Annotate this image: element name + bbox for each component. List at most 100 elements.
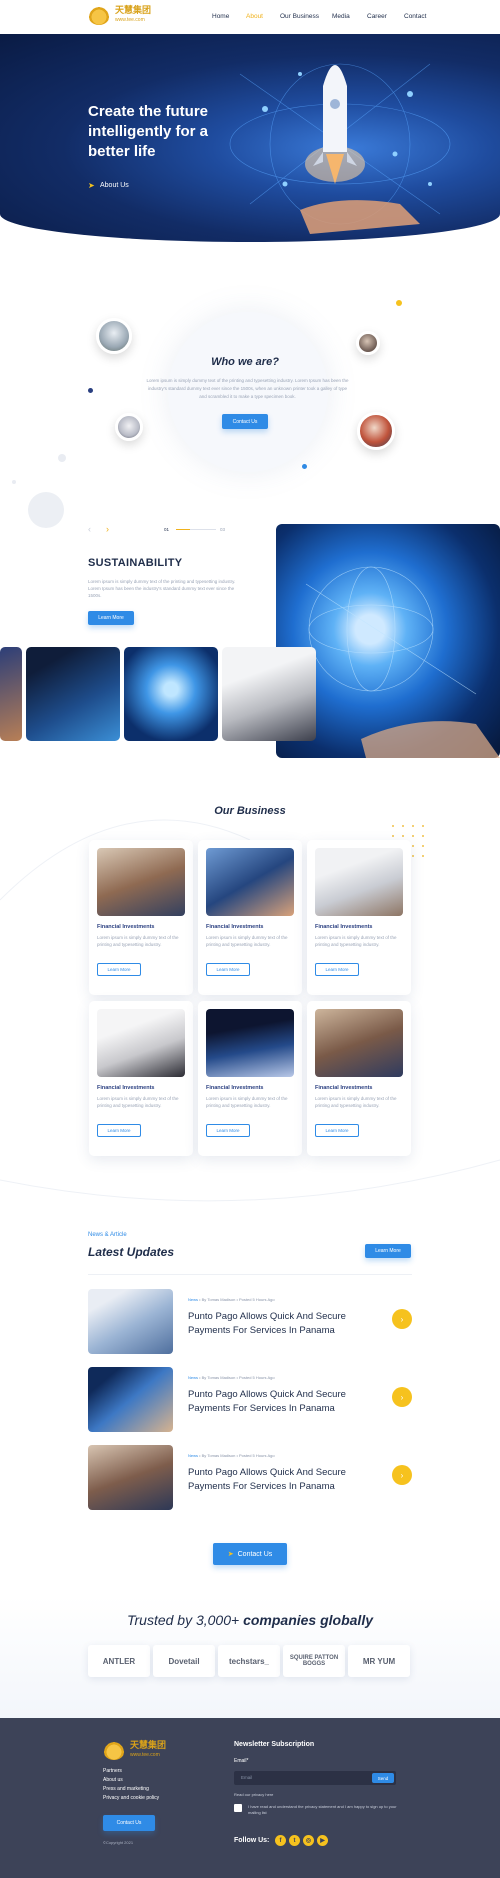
news-image[interactable] [88, 1445, 173, 1510]
newsletter-send-button[interactable]: Send [372, 1773, 394, 1783]
business-card-image [206, 848, 294, 916]
news-meta: News • By Tomas Madison • Posted 5 Hours… [188, 1375, 275, 1380]
contact-us-label: Contact Us [237, 1550, 273, 1558]
partner-logo-antler: ANTLER [88, 1645, 150, 1677]
hero-banner: Create the future intelligently for a be… [0, 34, 500, 242]
news-learn-more-button[interactable]: Learn More [365, 1244, 411, 1258]
logo-emblem-icon [103, 1740, 125, 1760]
business-card-title: Financial Investments [97, 1085, 155, 1091]
business-card-image [315, 1009, 403, 1077]
decor-dot [302, 464, 307, 469]
top-nav: 天慧集团 www.tee.com Home About Our Business… [0, 0, 500, 34]
footer-brand-name: 天慧集团 [130, 1741, 167, 1751]
footer-brand-url: www.tee.com [130, 1752, 160, 1758]
news-tag[interactable]: News [188, 1453, 198, 1458]
news-author: By Tomas Madison [201, 1297, 236, 1302]
nav-about[interactable]: About [246, 13, 263, 20]
partner-logo-dovetail: Dovetail [153, 1645, 215, 1677]
business-card: Financial Investments Lorem ipsum is sim… [198, 1001, 302, 1156]
business-card-desc: Lorem ipsum is simply dummy text of the … [206, 1096, 288, 1108]
email-placeholder: Email [241, 1775, 253, 1780]
decor-circle [28, 492, 64, 528]
who-we-are-text: Lorem ipsum is simply dummy text of the … [146, 378, 349, 399]
nav-media[interactable]: Media [332, 13, 350, 20]
news-kicker: News & Article [88, 1232, 127, 1238]
nav-home[interactable]: Home [212, 13, 229, 20]
news-tag[interactable]: News [188, 1375, 198, 1380]
team-photo-bubble [96, 318, 132, 354]
business-card-learn-more-button[interactable]: Learn More [97, 1124, 141, 1137]
instagram-icon[interactable]: ◎ [303, 1835, 314, 1846]
business-card: Financial Investments Lorem ipsum is sim… [89, 840, 193, 995]
brand-url: www.tee.com [115, 17, 145, 23]
business-card-learn-more-button[interactable]: Learn More [315, 1124, 359, 1137]
footer-brand-logo[interactable]: 天慧集团 www.tee.com [103, 1740, 166, 1760]
slide-total: 03 [220, 527, 226, 532]
slide-progress-track [176, 529, 216, 530]
prev-arrow-icon[interactable]: ‹ [88, 524, 91, 534]
newsletter-title: Newsletter Subscription [234, 1741, 315, 1748]
trusted-lead: Trusted by 3,000+ [126, 1612, 240, 1628]
business-card-title: Financial Investments [97, 924, 155, 930]
brand-logo[interactable]: 天慧集团 www.tee.com [88, 5, 151, 25]
news-headline[interactable]: Punto Pago Allows Quick And Secure Payme… [188, 1466, 378, 1494]
footer-link-privacy[interactable]: Privacy and cookie policy [103, 1795, 159, 1801]
about-us-link[interactable]: About Us [100, 182, 129, 189]
nav-contact[interactable]: Contact [404, 13, 426, 20]
business-card-learn-more-button[interactable]: Learn More [206, 963, 250, 976]
facebook-icon[interactable]: f [275, 1835, 286, 1846]
sustainability-learn-more-button[interactable]: Learn More [88, 611, 134, 625]
business-card-title: Financial Investments [315, 1085, 373, 1091]
who-contact-button[interactable]: Contact Us [222, 414, 268, 429]
gallery-thumb[interactable] [26, 647, 120, 741]
business-card-desc: Lorem ipsum is simply dummy text of the … [97, 935, 179, 947]
news-arrow-button[interactable]: › [392, 1387, 412, 1407]
follow-us-label: Follow Us: [234, 1837, 270, 1844]
news-headline[interactable]: Punto Pago Allows Quick And Secure Payme… [188, 1388, 378, 1416]
business-card-desc: Lorem ipsum is simply dummy text of the … [97, 1096, 179, 1108]
news-arrow-button[interactable]: › [392, 1465, 412, 1485]
news-arrow-button[interactable]: › [392, 1309, 412, 1329]
footer-contact-button[interactable]: Contact Us [103, 1815, 155, 1831]
slide-current: 01 [164, 527, 170, 532]
news-tag[interactable]: News [188, 1297, 198, 1302]
nav-career[interactable]: Career [367, 13, 387, 20]
news-image[interactable] [88, 1289, 173, 1354]
sustainability-text: Lorem ipsum is simply dummy text of the … [88, 579, 236, 598]
gallery-thumb[interactable] [0, 647, 22, 741]
gallery-thumb[interactable] [222, 647, 316, 741]
nav-our-business[interactable]: Our Business [280, 13, 319, 20]
send-arrow-icon: ➤ [227, 1551, 234, 1558]
gallery-thumb[interactable] [124, 647, 218, 741]
decor-dot [58, 454, 66, 462]
partner-logo-squire-patton-boggs: SQUIRE PATTON BOGGS [283, 1645, 345, 1677]
latest-updates-title: Latest Updates [88, 1245, 175, 1259]
news-image[interactable] [88, 1367, 173, 1432]
business-card-learn-more-button[interactable]: Learn More [206, 1124, 250, 1137]
twitter-icon[interactable]: t [289, 1835, 300, 1846]
footer-link-about[interactable]: About us [103, 1777, 123, 1783]
news-headline[interactable]: Punto Pago Allows Quick And Secure Payme… [188, 1310, 378, 1338]
business-card: Financial Investments Lorem ipsum is sim… [307, 1001, 411, 1156]
news-time: Posted 5 Hours Ago [238, 1297, 275, 1302]
business-card-learn-more-button[interactable]: Learn More [315, 963, 359, 976]
consent-checkbox[interactable] [234, 1804, 242, 1812]
trusted-emphasis: companies globally [243, 1612, 374, 1628]
business-card-desc: Lorem ipsum is simply dummy text of the … [315, 935, 397, 947]
business-card-learn-more-button[interactable]: Learn More [97, 963, 141, 976]
next-arrow-icon[interactable]: › [106, 524, 109, 534]
send-arrow-icon: ➤ [88, 181, 95, 190]
contact-us-button[interactable]: ➤ Contact Us [213, 1543, 287, 1565]
footer-link-partners[interactable]: Partners [103, 1768, 122, 1774]
logo-emblem-icon [88, 5, 110, 25]
business-card: Financial Investments Lorem ipsum is sim… [198, 840, 302, 995]
trusted-title: Trusted by 3,000+ companies globally [0, 1612, 500, 1628]
decor-dot [396, 300, 402, 306]
news-meta: News • By Tomas Madison • Posted 5 Hours… [188, 1453, 275, 1458]
news-author: By Tomas Madison [201, 1453, 236, 1458]
hero-title: Create the future intelligently for a be… [88, 103, 209, 160]
privacy-link[interactable]: Read our privacy here [234, 1792, 273, 1797]
footer-link-press[interactable]: Press and marketing [103, 1786, 149, 1792]
youtube-icon[interactable]: ▶ [317, 1835, 328, 1846]
business-card-title: Financial Investments [315, 924, 373, 930]
